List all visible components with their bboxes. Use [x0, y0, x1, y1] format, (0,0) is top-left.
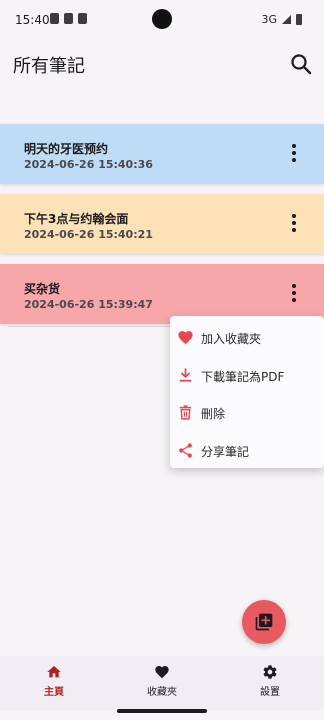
more-dot	[292, 151, 296, 155]
shield-notification-icon	[64, 13, 73, 24]
more-dot	[292, 284, 296, 288]
more-dot	[292, 144, 296, 148]
more-dot	[292, 228, 296, 232]
note-more-button[interactable]	[286, 142, 302, 166]
more-dot	[292, 221, 296, 225]
network-type: 3G	[261, 13, 277, 26]
heart-icon	[155, 666, 169, 679]
nav-label: 主頁	[44, 687, 64, 698]
more-dot	[292, 291, 296, 295]
battery-icon	[296, 14, 302, 25]
nav-label: 設置	[260, 687, 280, 698]
note-title: 买杂货	[24, 282, 61, 296]
menu-item-delete[interactable]: 刪除	[170, 394, 324, 432]
status-bar: 15:40 3G	[0, 0, 324, 40]
search-icon	[291, 54, 312, 75]
app-bar: 所有筆記	[0, 40, 324, 86]
note-date: 2024-06-26 15:40:36	[24, 158, 153, 171]
menu-item-download-pdf[interactable]: 下載筆記為PDF	[170, 357, 324, 395]
nav-favorites[interactable]: 收藏夾	[108, 656, 216, 710]
nav-home[interactable]: 主頁	[0, 656, 108, 710]
page-title: 所有筆記	[13, 56, 85, 77]
note-title: 下午3点与约翰会面	[24, 212, 129, 226]
note-more-button[interactable]	[286, 212, 302, 236]
menu-item-add-favorite[interactable]: 加入收藏夾	[170, 319, 324, 357]
home-icon	[47, 666, 61, 678]
menu-item-label: 下載筆記為PDF	[201, 369, 285, 384]
search-button[interactable]	[289, 52, 313, 76]
system-status: 3G	[261, 13, 302, 26]
download-icon	[179, 367, 192, 382]
menu-item-share[interactable]: 分享筆記	[170, 432, 324, 470]
note-date: 2024-06-26 15:40:21	[24, 228, 153, 241]
camera-cutout	[152, 9, 172, 29]
more-dot	[292, 158, 296, 162]
nav-label: 收藏夾	[147, 687, 177, 698]
add-note-icon	[255, 613, 273, 631]
more-dot	[292, 214, 296, 218]
more-dot	[292, 298, 296, 302]
menu-item-label: 刪除	[201, 407, 226, 421]
bottom-navigation: 主頁 收藏夾 設置	[0, 656, 324, 710]
note-card[interactable]: 明天的牙医预约 2024-06-26 15:40:36	[0, 124, 324, 184]
menu-item-label: 加入收藏夾	[201, 332, 262, 346]
heart-icon	[178, 331, 193, 345]
note-context-menu: 加入收藏夾 下載筆記為PDF 刪除 分享筆記	[170, 316, 324, 468]
nav-settings[interactable]: 設置	[216, 656, 324, 710]
gear-icon	[263, 665, 277, 679]
notification-icons	[50, 13, 87, 24]
settings-notification-icon	[50, 13, 59, 24]
menu-item-label: 分享筆記	[201, 444, 250, 459]
signal-icon	[282, 15, 291, 24]
gesture-handle[interactable]	[117, 709, 207, 713]
note-more-button[interactable]	[286, 282, 302, 306]
note-date: 2024-06-26 15:39:47	[24, 298, 153, 311]
note-title: 明天的牙医预约	[24, 142, 109, 156]
add-note-button[interactable]	[242, 600, 286, 644]
note-card[interactable]: 下午3点与约翰会面 2024-06-26 15:40:21	[0, 194, 324, 254]
trash-icon	[179, 405, 192, 420]
note-card[interactable]: 买杂货 2024-06-26 15:39:47	[0, 264, 324, 324]
status-time: 15:40	[15, 13, 50, 27]
app-notification-icon	[78, 13, 87, 24]
share-icon	[179, 442, 192, 458]
